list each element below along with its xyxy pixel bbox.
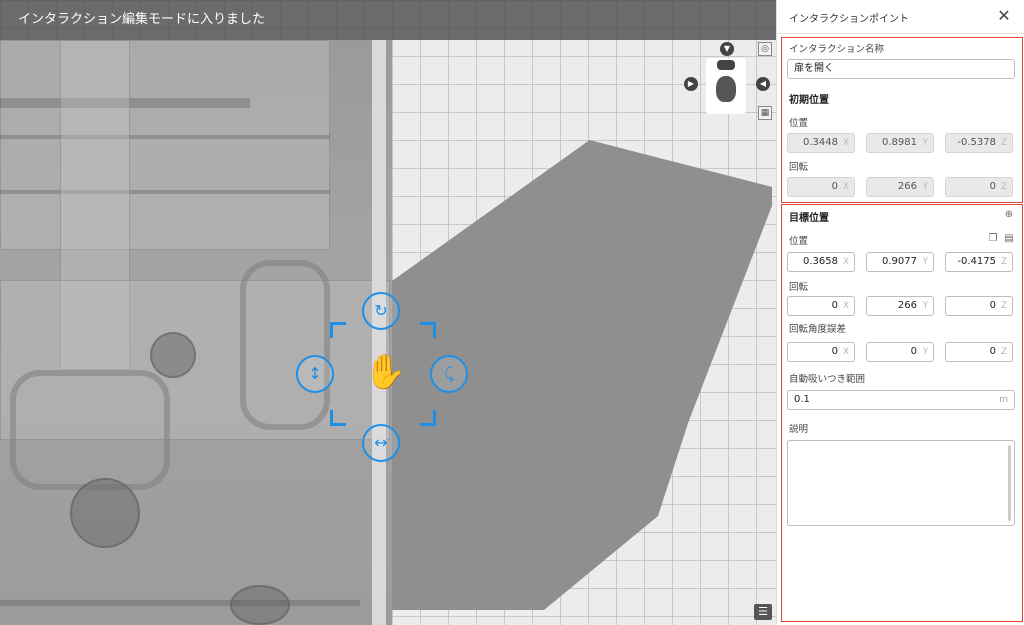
value: 0 [989, 181, 996, 192]
target-rot-x-input[interactable]: 0 X [787, 296, 855, 316]
gizmo-corner [330, 410, 346, 426]
gizmo-corner [420, 322, 436, 338]
avatar-head [716, 76, 736, 102]
avatar-cap [717, 60, 735, 70]
value: -0.4175 [957, 256, 996, 267]
paste-icon[interactable]: ▤ [1003, 233, 1015, 245]
snap-range-unit: m [999, 395, 1008, 405]
chevron-right-icon[interactable]: ▶ [684, 77, 698, 91]
3d-viewport[interactable]: インタラクション編集モードに入りました ↻ ↕ ⤹ ↔ ✋ ▼ ◎ ▶ ◀ ▦ … [0, 0, 776, 625]
value: 0.3448 [803, 137, 838, 148]
axis-label: Y [922, 301, 928, 311]
initial-rotation-label: 回転 [789, 162, 809, 173]
axis-label: Z [1001, 301, 1007, 311]
description-label: 説明 [789, 424, 809, 435]
description-textarea[interactable] [787, 440, 1015, 526]
value: 0 [989, 300, 996, 311]
snap-range-value: 0.1 [794, 394, 810, 405]
machine-panel [0, 40, 330, 250]
tolerance-x-input[interactable]: 0 X [787, 342, 855, 362]
target-rot-z-input[interactable]: 0 Z [945, 296, 1013, 316]
value: 0 [831, 346, 838, 357]
hand-grab-icon[interactable]: ✋ [364, 352, 406, 392]
camera-target-icon[interactable]: ◎ [758, 42, 772, 56]
initial-rot-x: 0 X [787, 177, 855, 197]
initial-position-label: 位置 [789, 118, 809, 129]
snap-range-input[interactable]: 0.1 m [787, 390, 1015, 410]
grid-icon[interactable]: ▦ [758, 106, 772, 120]
target-rotation-label: 回転 [789, 282, 809, 293]
initial-pos-x: 0.3448 X [787, 133, 855, 153]
axis-label: X [843, 257, 849, 267]
rotate-handle-icon[interactable]: ↻ [362, 292, 400, 330]
axis-label: X [843, 347, 849, 357]
name-label: インタラクション名称 [789, 44, 885, 55]
move-vertical-handle-icon[interactable]: ↕ [296, 355, 334, 393]
transform-gizmo[interactable]: ↻ ↕ ⤹ ↔ ✋ [296, 292, 472, 464]
avatar[interactable] [706, 58, 746, 114]
locate-target-icon[interactable]: ⊕ [1003, 209, 1015, 221]
axis-label: Z [1001, 347, 1007, 357]
tilt-handle-icon[interactable]: ⤹ [430, 355, 468, 393]
axis-label: Z [1001, 138, 1007, 148]
panel-title: インタラクションポイント [789, 14, 909, 25]
tolerance-z-input[interactable]: 0 Z [945, 342, 1013, 362]
initial-pos-z: -0.5378 Z [945, 133, 1013, 153]
machine-pipe [10, 370, 170, 490]
axis-label: Y [922, 138, 928, 148]
chevron-down-icon[interactable]: ▼ [720, 42, 734, 56]
value: -0.5378 [957, 137, 996, 148]
axis-label: X [843, 138, 849, 148]
chevron-left-icon[interactable]: ◀ [756, 77, 770, 91]
initial-rot-y: 266 Y [866, 177, 934, 197]
value: 0 [910, 346, 917, 357]
value: 0.9077 [882, 256, 917, 267]
interaction-name-input[interactable]: 扉を開く [787, 59, 1015, 79]
target-position-label: 位置 [789, 236, 809, 247]
initial-heading: 初期位置 [789, 95, 829, 106]
copy-icon[interactable]: ❐ [987, 233, 999, 245]
target-heading: 目標位置 [789, 213, 829, 224]
gizmo-corner [420, 410, 436, 426]
axis-label: Y [922, 257, 928, 267]
machine-bar [0, 135, 330, 139]
target-rot-y-input[interactable]: 266 Y [866, 296, 934, 316]
target-pos-x-input[interactable]: 0.3658 X [787, 252, 855, 272]
tolerance-label: 回転角度誤差 [789, 324, 847, 335]
panel-header: インタラクションポイント ✕ [777, 0, 1024, 34]
value: 0.3658 [803, 256, 838, 267]
value: 0 [831, 300, 838, 311]
axis-label: Z [1001, 182, 1007, 192]
view-navigator: ▼ ◎ ▶ ◀ ▦ [682, 40, 776, 120]
interaction-point-panel: インタラクションポイント ✕ インタラクション名称 扉を開く 初期位置 位置 0… [776, 0, 1024, 625]
axis-label: X [843, 301, 849, 311]
move-horizontal-handle-icon[interactable]: ↔ [362, 424, 400, 462]
axis-label: Y [922, 347, 928, 357]
machine-cylinder [150, 332, 196, 378]
initial-rot-z: 0 Z [945, 177, 1013, 197]
value: 266 [897, 300, 917, 311]
machine-bar [0, 600, 360, 606]
edit-mode-banner: インタラクション編集モードに入りました [0, 0, 776, 40]
tolerance-y-input[interactable]: 0 Y [866, 342, 934, 362]
close-icon[interactable]: ✕ [994, 6, 1014, 26]
machine-bar [0, 190, 330, 194]
list-icon[interactable]: ☰ [754, 604, 772, 620]
target-pos-y-input[interactable]: 0.9077 Y [866, 252, 934, 272]
initial-pos-y: 0.8981 Y [866, 133, 934, 153]
value: 0.8981 [882, 137, 917, 148]
scrollbar[interactable] [1008, 445, 1011, 521]
value: 266 [897, 181, 917, 192]
axis-label: Z [1001, 257, 1007, 267]
target-pos-z-input[interactable]: -0.4175 Z [945, 252, 1013, 272]
value: 0 [989, 346, 996, 357]
machine-cylinder [70, 478, 140, 548]
axis-label: Y [922, 182, 928, 192]
snap-range-label: 自動吸いつき範囲 [789, 374, 866, 385]
gizmo-corner [330, 322, 346, 338]
value: 0 [831, 181, 838, 192]
axis-label: X [843, 182, 849, 192]
